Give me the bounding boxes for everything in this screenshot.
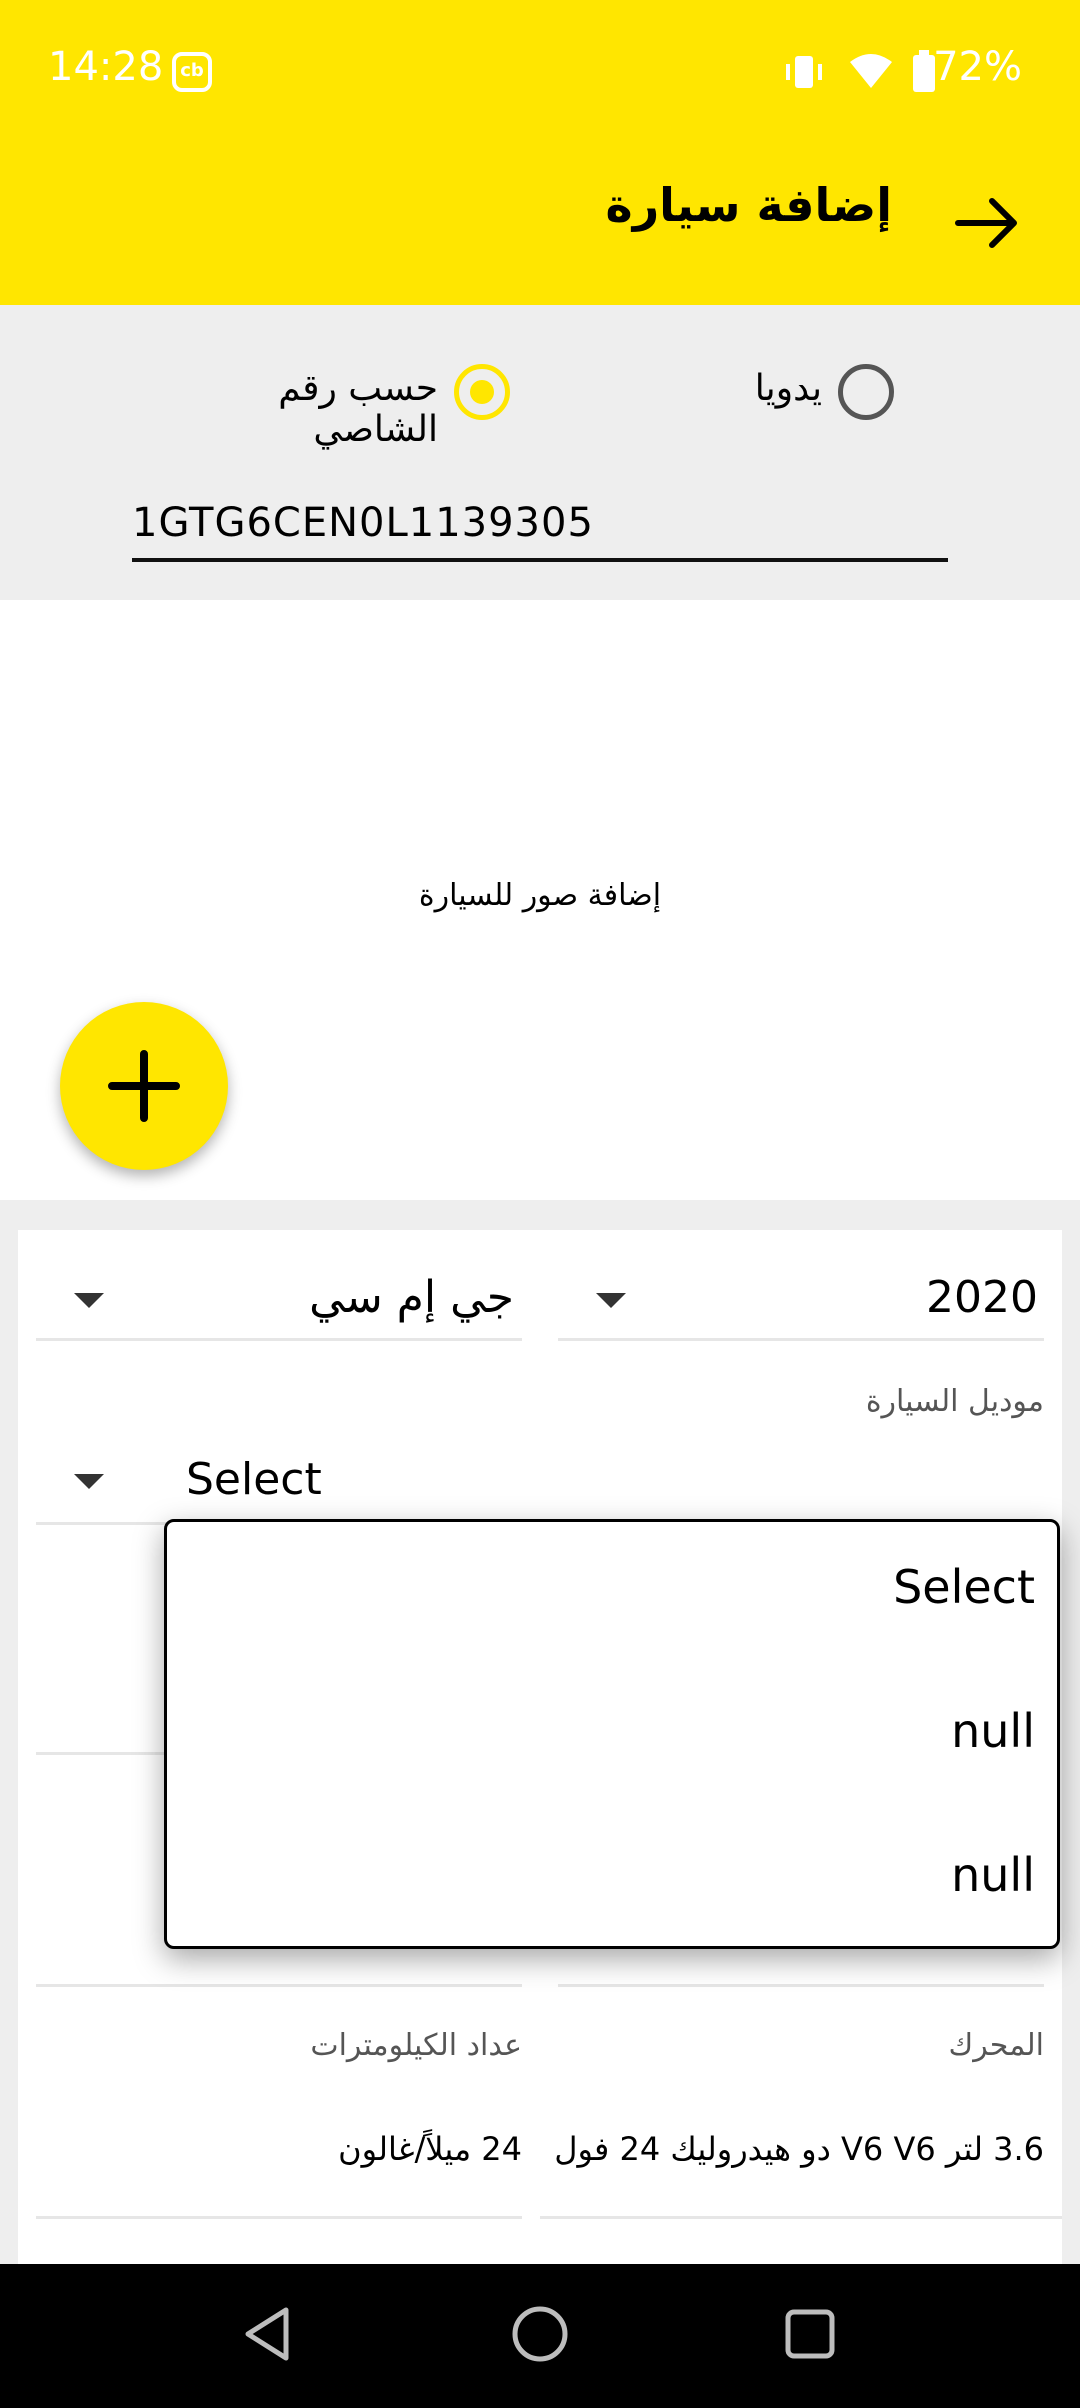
mileage-underline — [36, 2216, 522, 2219]
model-dropdown-arrow[interactable] — [74, 1474, 104, 1489]
engine-label: المحرك — [948, 2028, 1044, 2063]
engine-underline — [540, 2216, 1062, 2219]
dropdown-option[interactable]: Select — [893, 1560, 1035, 1614]
wifi-icon — [850, 54, 892, 88]
mileage-value: 24 ميلاً/غالون — [338, 2130, 522, 2168]
nav-home-icon[interactable] — [508, 2302, 572, 2366]
plus-icon — [108, 1050, 180, 1122]
year-dropdown[interactable]: 2020 — [700, 1272, 1038, 1323]
year-underline — [558, 1338, 1044, 1341]
page-title: إضافة سيارة — [605, 178, 892, 232]
dropdown-option[interactable]: null — [951, 1848, 1035, 1902]
add-photos-label: إضافة صور للسيارة — [418, 878, 662, 913]
make-dropdown[interactable]: جي إم سي — [160, 1272, 514, 1323]
vin-input[interactable]: 1GTG6CEN0L1139305 — [132, 500, 594, 546]
make-underline — [36, 1338, 522, 1341]
radio-by-vin[interactable] — [454, 364, 510, 420]
nav-back-icon[interactable] — [236, 2302, 300, 2366]
radio-by-vin-label[interactable]: حسب رقم الشاصي — [148, 368, 438, 450]
model-dropdown[interactable]: Select — [186, 1454, 322, 1505]
vin-mode-section — [0, 305, 1080, 600]
year-dropdown-arrow[interactable] — [596, 1293, 626, 1308]
radio-manual[interactable] — [838, 364, 894, 420]
make-dropdown-arrow[interactable] — [74, 1293, 104, 1308]
radio-manual-label[interactable]: يدويا — [700, 368, 822, 409]
add-photo-button[interactable] — [60, 1002, 228, 1170]
mileage-label: عداد الكيلومترات — [310, 2028, 522, 2063]
model-dropdown-popup: Select null null — [164, 1519, 1060, 1949]
dropdown-option[interactable]: null — [951, 1704, 1035, 1758]
status-time: 14:28 — [48, 44, 164, 90]
field-underline — [36, 1984, 522, 1987]
vibrate-icon — [786, 56, 822, 88]
nav-recents-icon[interactable] — [778, 2302, 842, 2366]
vin-input-underline — [132, 558, 948, 562]
field-underline — [558, 1984, 1044, 1987]
back-arrow-icon[interactable] — [954, 195, 1020, 251]
engine-value: 3.6 لتر V6 V6 دو هيدروليك 24 فول — [554, 2130, 1044, 2168]
app-badge-icon: cb — [172, 52, 212, 92]
model-label: موديل السيارة — [865, 1384, 1044, 1419]
battery-percent: 72% — [933, 44, 1022, 90]
